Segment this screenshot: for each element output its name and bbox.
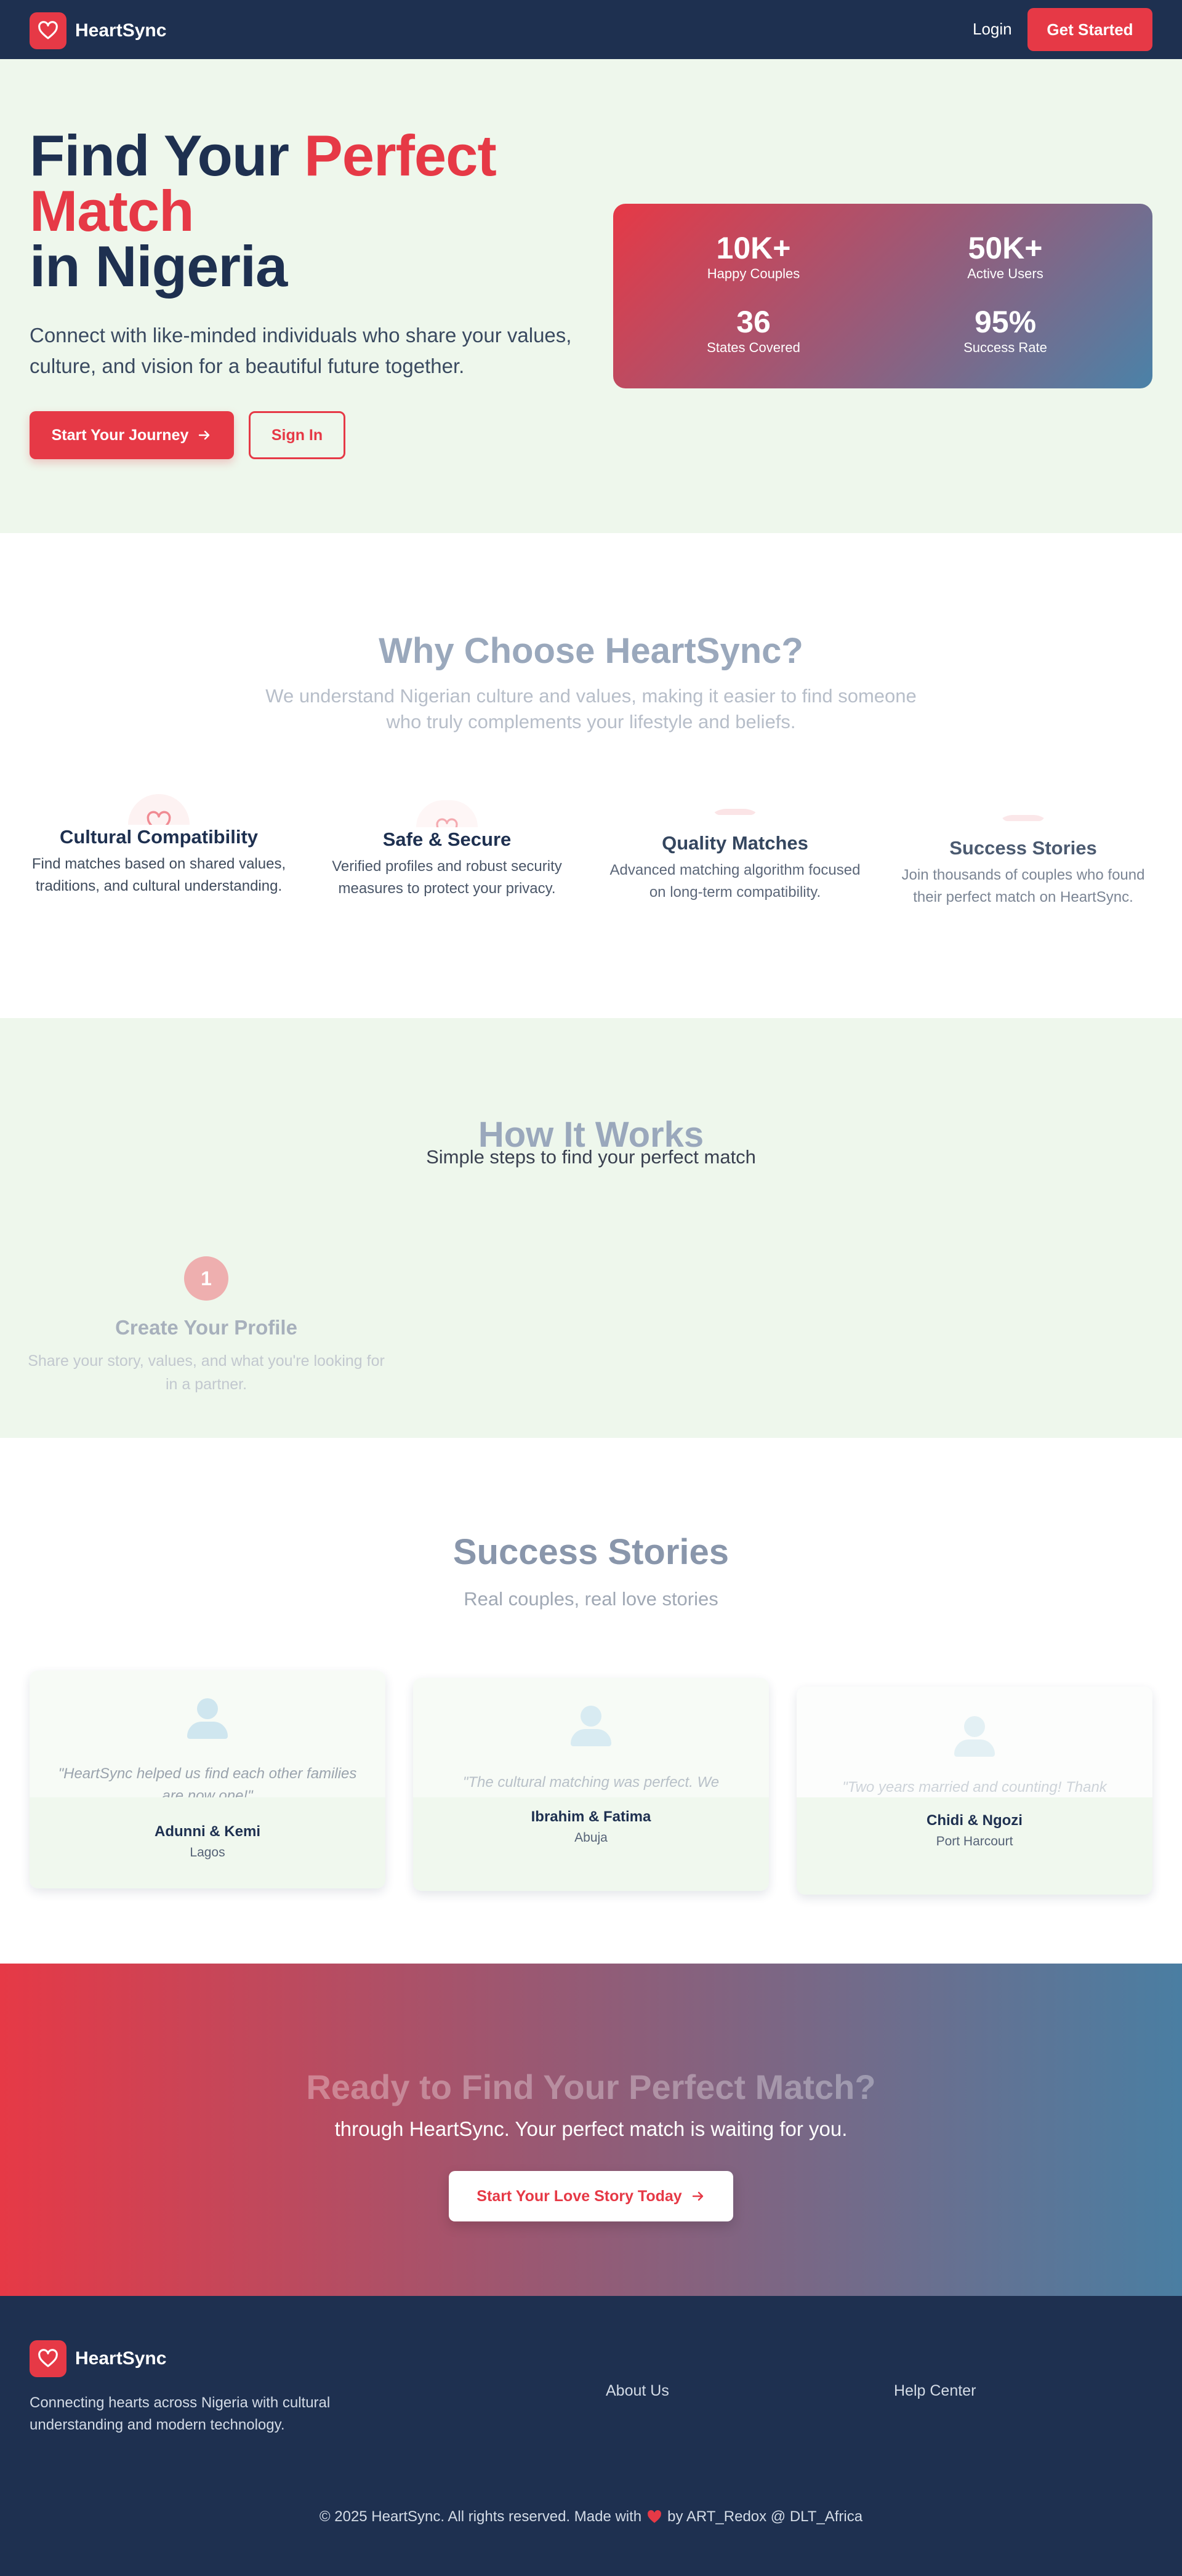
feature-quality-matches: Quality Matches Advanced matching algori… — [606, 809, 864, 904]
hero-title-part2: in Nigeria — [30, 234, 287, 299]
heart-icon — [416, 800, 478, 827]
hero-title: Find Your Perfect Match in Nigeria — [30, 127, 584, 295]
cta-section: Ready to Find Your Perfect Match? throug… — [0, 1964, 1182, 2296]
story-quote: "The cultural matching was perfect. We — [462, 1774, 720, 1791]
how-it-works-section: How It Works Simple steps to find your p… — [0, 1018, 1182, 1438]
how-subtitle: Simple steps to find your perfect match — [426, 1146, 756, 1168]
stat-label: Happy Couples — [707, 266, 800, 281]
cta-subtitle: through HeartSync. Your perfect match is… — [334, 2117, 848, 2140]
get-started-button[interactable]: Get Started — [1027, 8, 1152, 51]
footer-brand[interactable]: HeartSync — [30, 2340, 166, 2377]
avatar — [186, 1698, 229, 1741]
feature-safe-secure: Safe & Secure Verified profiles and robu… — [318, 800, 576, 900]
hero-subtitle: Connect with like-minded individuals who… — [30, 324, 572, 377]
heart-icon — [30, 12, 66, 49]
stat-value: 50K+ — [968, 231, 1043, 265]
step-title: Create Your Profile — [115, 1316, 297, 1339]
cta-title: Ready to Find Your Perfect Match? — [306, 2068, 876, 2106]
stat-value: 36 — [736, 305, 771, 339]
feature-description: Join thousands of couples who found thei… — [901, 867, 1145, 905]
story-couple-name: Chidi & Ngozi — [927, 1812, 1023, 1829]
feature-title: Success Stories — [949, 837, 1097, 859]
why-subtitle: We understand Nigerian culture and value… — [265, 685, 917, 732]
step-description: Share your story, values, and what you'r… — [28, 1352, 385, 1393]
story-couple-name: Adunni & Kemi — [155, 1823, 260, 1840]
story-card: "The cultural matching was perfect. We I… — [413, 1678, 769, 1891]
heart-icon — [128, 794, 190, 825]
heart-icon — [704, 809, 766, 831]
stat-label: Success Rate — [963, 340, 1047, 355]
footer-link-help-center[interactable]: Help Center — [894, 2382, 976, 2400]
feature-title: Safe & Secure — [382, 829, 512, 850]
stat-value: 95% — [974, 305, 1037, 339]
arrow-right-icon — [199, 430, 210, 440]
feature-description: Verified profiles and robust security me… — [332, 858, 562, 897]
avatar — [953, 1716, 996, 1759]
why-title: Why Choose HeartSync? — [379, 631, 803, 671]
avatar — [569, 1706, 613, 1749]
footer-link-about-us[interactable]: About Us — [606, 2382, 669, 2400]
start-journey-button[interactable]: Start Your Journey — [30, 411, 234, 459]
brand-name: HeartSync — [75, 20, 167, 41]
start-love-story-label: Start Your Love Story Today — [476, 2187, 682, 2205]
story-location: Port Harcourt — [936, 1834, 1013, 1848]
sign-in-button[interactable]: Sign In — [249, 411, 345, 459]
stat-active-users: 50K+ Active Users — [913, 231, 1098, 283]
arrow-right-icon — [692, 2191, 703, 2201]
stories-title: Success Stories — [452, 1532, 730, 1572]
why-choose-section: Why Choose HeartSync? We understand Nige… — [0, 533, 1182, 1018]
copyright-credit: by ART_Redox @ DLT_Africa — [667, 2508, 863, 2525]
story-location: Abuja — [574, 1831, 608, 1845]
stories-subtitle: Real couples, real love stories — [464, 1588, 718, 1610]
stat-happy-couples: 10K+ Happy Couples — [661, 231, 846, 283]
stat-states-covered: 36 States Covered — [661, 305, 846, 357]
story-couple-name: Ibrahim & Fatima — [531, 1808, 651, 1825]
start-love-story-button[interactable]: Start Your Love Story Today — [449, 2171, 733, 2221]
footer-brand-name: HeartSync — [75, 2348, 167, 2369]
story-quote: "Two years married and counting! Thank — [842, 1779, 1107, 1795]
copyright-text: © 2025 HeartSync. All rights reserved. M… — [319, 2508, 642, 2525]
success-stories-section: Success Stories Real couples, real love … — [0, 1438, 1182, 1964]
stats-card: 10K+ Happy Couples 50K+ Active Users 36 … — [613, 204, 1152, 388]
footer-description: Connecting hearts across Nigeria with cu… — [30, 2394, 331, 2433]
stat-label: Active Users — [967, 266, 1043, 281]
stat-value: 10K+ — [716, 231, 791, 265]
feature-success-stories: Success Stories Join thousands of couple… — [894, 815, 1152, 909]
hero-section: Find Your Perfect Match in Nigeria Conne… — [0, 59, 1182, 533]
stat-label: States Covered — [707, 340, 800, 355]
copyright: © 2025 HeartSync. All rights reserved. M… — [0, 2508, 1182, 2526]
story-location: Lagos — [190, 1845, 225, 1860]
login-link[interactable]: Login — [973, 20, 1012, 39]
heart-icon — [992, 815, 1054, 836]
heart-icon — [30, 2340, 66, 2377]
feature-description: Advanced matching algorithm focused on l… — [609, 862, 861, 901]
feature-cultural-compatibility: Cultural Compatibility Find matches base… — [30, 794, 288, 897]
step-number: 1 — [184, 1256, 228, 1301]
feature-title: Cultural Compatibility — [59, 826, 259, 848]
story-card: "HeartSync helped us find each other fam… — [30, 1671, 385, 1888]
footer: HeartSync Connecting hearts across Niger… — [0, 2296, 1182, 2576]
brand-logo[interactable]: HeartSync — [30, 12, 166, 49]
top-navbar: HeartSync Login Get Started — [0, 0, 1182, 59]
stat-success-rate: 95% Success Rate — [913, 305, 1098, 357]
heart-icon — [648, 2510, 662, 2523]
feature-title: Quality Matches — [662, 832, 808, 854]
story-card: "Two years married and counting! Thank C… — [797, 1687, 1152, 1895]
feature-description: Find matches based on shared values, tra… — [31, 856, 286, 894]
start-journey-label: Start Your Journey — [51, 426, 189, 444]
